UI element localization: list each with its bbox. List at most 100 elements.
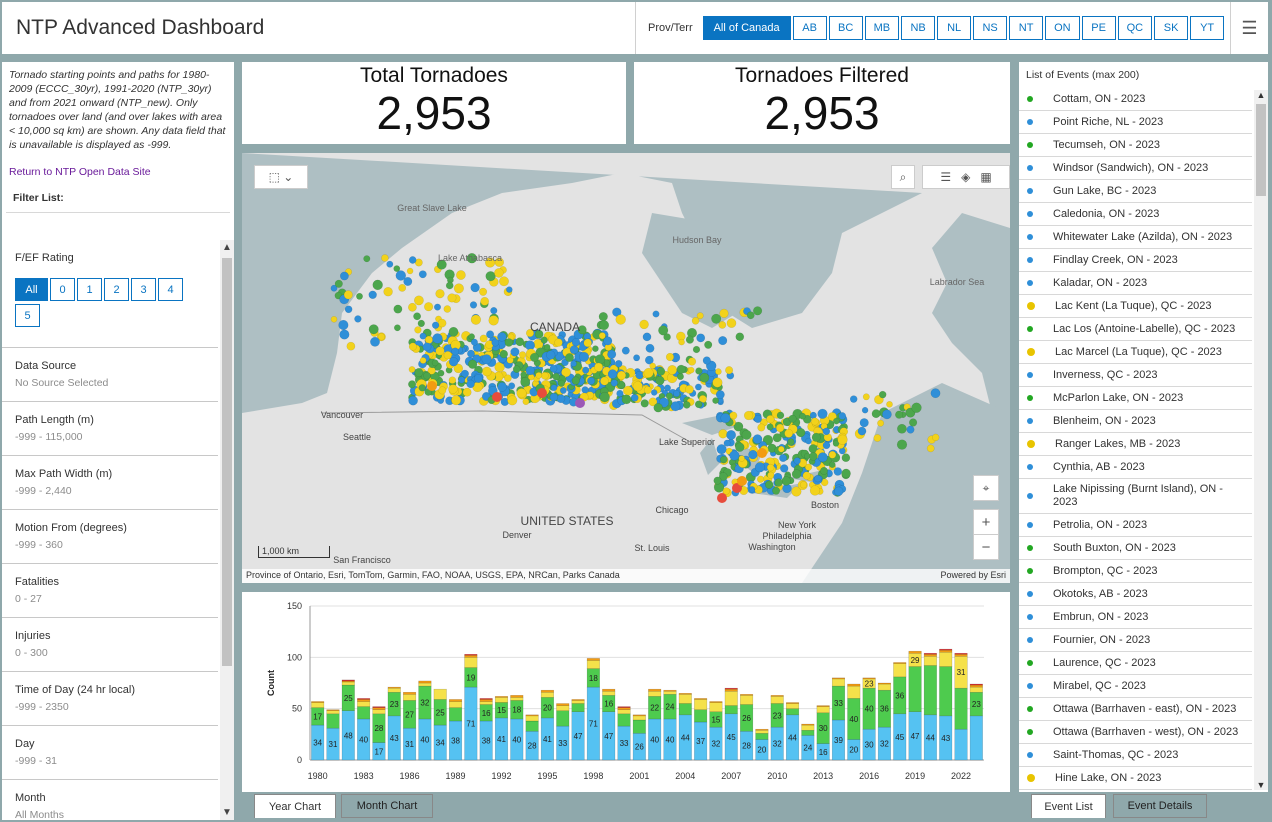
tornado-point[interactable] (808, 452, 818, 461)
event-list-item[interactable]: Gun Lake, BC - 2023 (1019, 180, 1252, 203)
prov-button-nt[interactable]: NT (1009, 16, 1044, 40)
scroll-up-icon[interactable]: ▲ (1254, 90, 1268, 100)
tornado-point[interactable] (600, 376, 609, 386)
tornado-point[interactable] (788, 414, 797, 423)
event-list-item[interactable]: Cynthia, AB - 2023 (1019, 456, 1252, 479)
prov-button-mb[interactable]: MB (864, 16, 900, 40)
tornado-point[interactable] (655, 375, 665, 386)
tornado-point[interactable] (753, 306, 763, 316)
tornado-point[interactable] (805, 437, 812, 445)
tornado-point[interactable] (841, 453, 851, 463)
tornado-point[interactable] (549, 392, 559, 402)
tornado-point[interactable] (504, 338, 514, 347)
tornado-point[interactable] (665, 352, 675, 362)
tornado-point[interactable] (443, 351, 452, 360)
rating-button-1[interactable]: 1 (77, 278, 102, 301)
tornado-point[interactable] (757, 448, 767, 458)
tornado-point[interactable] (906, 425, 915, 434)
rating-button-5[interactable]: 5 (15, 304, 40, 327)
tornado-point[interactable] (725, 366, 734, 375)
tornado-point[interactable] (633, 354, 641, 362)
tornado-point[interactable] (621, 394, 632, 405)
event-list-item[interactable]: Hine Lake, ON - 2023 (1019, 767, 1252, 790)
tornado-point[interactable] (802, 471, 811, 480)
tornado-point[interactable] (480, 296, 490, 306)
tornado-point[interactable] (485, 271, 496, 282)
tornado-point[interactable] (752, 434, 763, 444)
tornado-point[interactable] (656, 367, 666, 376)
scroll-down-icon[interactable]: ▼ (1254, 780, 1268, 790)
tornado-point[interactable] (554, 338, 563, 347)
filter-data-source[interactable]: Data Source No Source Selected (2, 348, 218, 402)
tornado-point[interactable] (735, 332, 745, 342)
prov-button-qc[interactable]: QC (1117, 16, 1153, 40)
tornado-point[interactable] (594, 362, 604, 372)
rating-button-all[interactable]: All (15, 278, 48, 301)
event-list-item[interactable]: Findlay Creek, ON - 2023 (1019, 249, 1252, 272)
tornado-point[interactable] (468, 333, 475, 340)
filter-month[interactable]: Month All Months (2, 780, 218, 820)
tornado-point[interactable] (486, 330, 495, 339)
tornado-point[interactable] (338, 319, 349, 331)
tornado-point[interactable] (738, 455, 745, 462)
tornado-point[interactable] (729, 450, 740, 461)
tornado-point[interactable] (695, 367, 703, 375)
tornado-point[interactable] (408, 256, 417, 264)
tornado-point[interactable] (540, 371, 549, 380)
tornado-point[interactable] (344, 305, 353, 314)
tornado-point[interactable] (667, 364, 678, 375)
tornado-point[interactable] (395, 270, 407, 281)
event-list-item[interactable]: Ottawa (Barrhaven - east), ON - 2023 (1019, 698, 1252, 721)
event-list-item[interactable]: Petrolia, ON - 2023 (1019, 514, 1252, 537)
tornado-point[interactable] (766, 414, 775, 424)
tornado-point[interactable] (413, 295, 424, 306)
zoom-out-button[interactable]: − (973, 534, 999, 560)
tornado-point[interactable] (431, 321, 440, 329)
tornado-point[interactable] (704, 340, 713, 349)
tornado-point[interactable] (699, 372, 710, 383)
event-list-item[interactable]: Kaladar, ON - 2023 (1019, 272, 1252, 295)
tornado-point[interactable] (556, 394, 566, 404)
event-list-item[interactable]: Ranger Lakes, MB - 2023 (1019, 433, 1252, 456)
tornado-point[interactable] (859, 418, 869, 428)
event-list-item[interactable]: Ottawa (Barrhaven - west), ON - 2023 (1019, 721, 1252, 744)
tornado-point[interactable] (346, 341, 356, 351)
tornado-point[interactable] (559, 387, 567, 394)
prov-button-ab[interactable]: AB (792, 16, 827, 40)
tornado-point[interactable] (418, 270, 427, 279)
tornado-point[interactable] (897, 423, 907, 434)
tornado-point[interactable] (781, 476, 791, 486)
tornado-point[interactable] (435, 346, 445, 356)
tornado-point[interactable] (540, 336, 548, 344)
tornado-point[interactable] (413, 312, 422, 321)
tornado-point[interactable] (603, 336, 613, 346)
tornado-point[interactable] (861, 406, 869, 414)
tornado-point[interactable] (499, 276, 509, 287)
tornado-point[interactable] (448, 384, 458, 394)
tornado-point[interactable] (473, 374, 483, 383)
tornado-point[interactable] (437, 369, 445, 377)
tornado-point[interactable] (458, 376, 466, 384)
tornado-point[interactable] (519, 351, 527, 359)
tornado-point[interactable] (665, 392, 673, 400)
tornado-point[interactable] (720, 413, 731, 424)
tornado-point[interactable] (377, 333, 386, 341)
tornado-point[interactable] (393, 304, 403, 314)
tornado-point[interactable] (822, 441, 831, 450)
scroll-down-icon[interactable]: ▼ (220, 807, 234, 818)
map-canvas[interactable]: Great Slave Lake Lake Athabasca Hudson Bay… (242, 153, 1010, 583)
tornado-point[interactable] (931, 433, 940, 442)
tornado-point[interactable] (737, 476, 747, 486)
tornado-point[interactable] (393, 265, 401, 272)
filter-path-length-m[interactable]: Path Length (m) -999 - 115,000 (2, 402, 218, 456)
tornado-point[interactable] (849, 395, 858, 403)
tornado-point[interactable] (408, 342, 417, 351)
tornado-point[interactable] (508, 382, 516, 390)
prov-button-all-of-canada[interactable]: All of Canada (702, 16, 791, 40)
tornado-point[interactable] (777, 445, 785, 453)
tornado-point[interactable] (715, 368, 722, 375)
tornado-point[interactable] (431, 359, 439, 367)
filter-day[interactable]: Day -999 - 31 (2, 726, 218, 780)
tornado-point[interactable] (748, 449, 758, 460)
tornado-point[interactable] (741, 429, 752, 440)
